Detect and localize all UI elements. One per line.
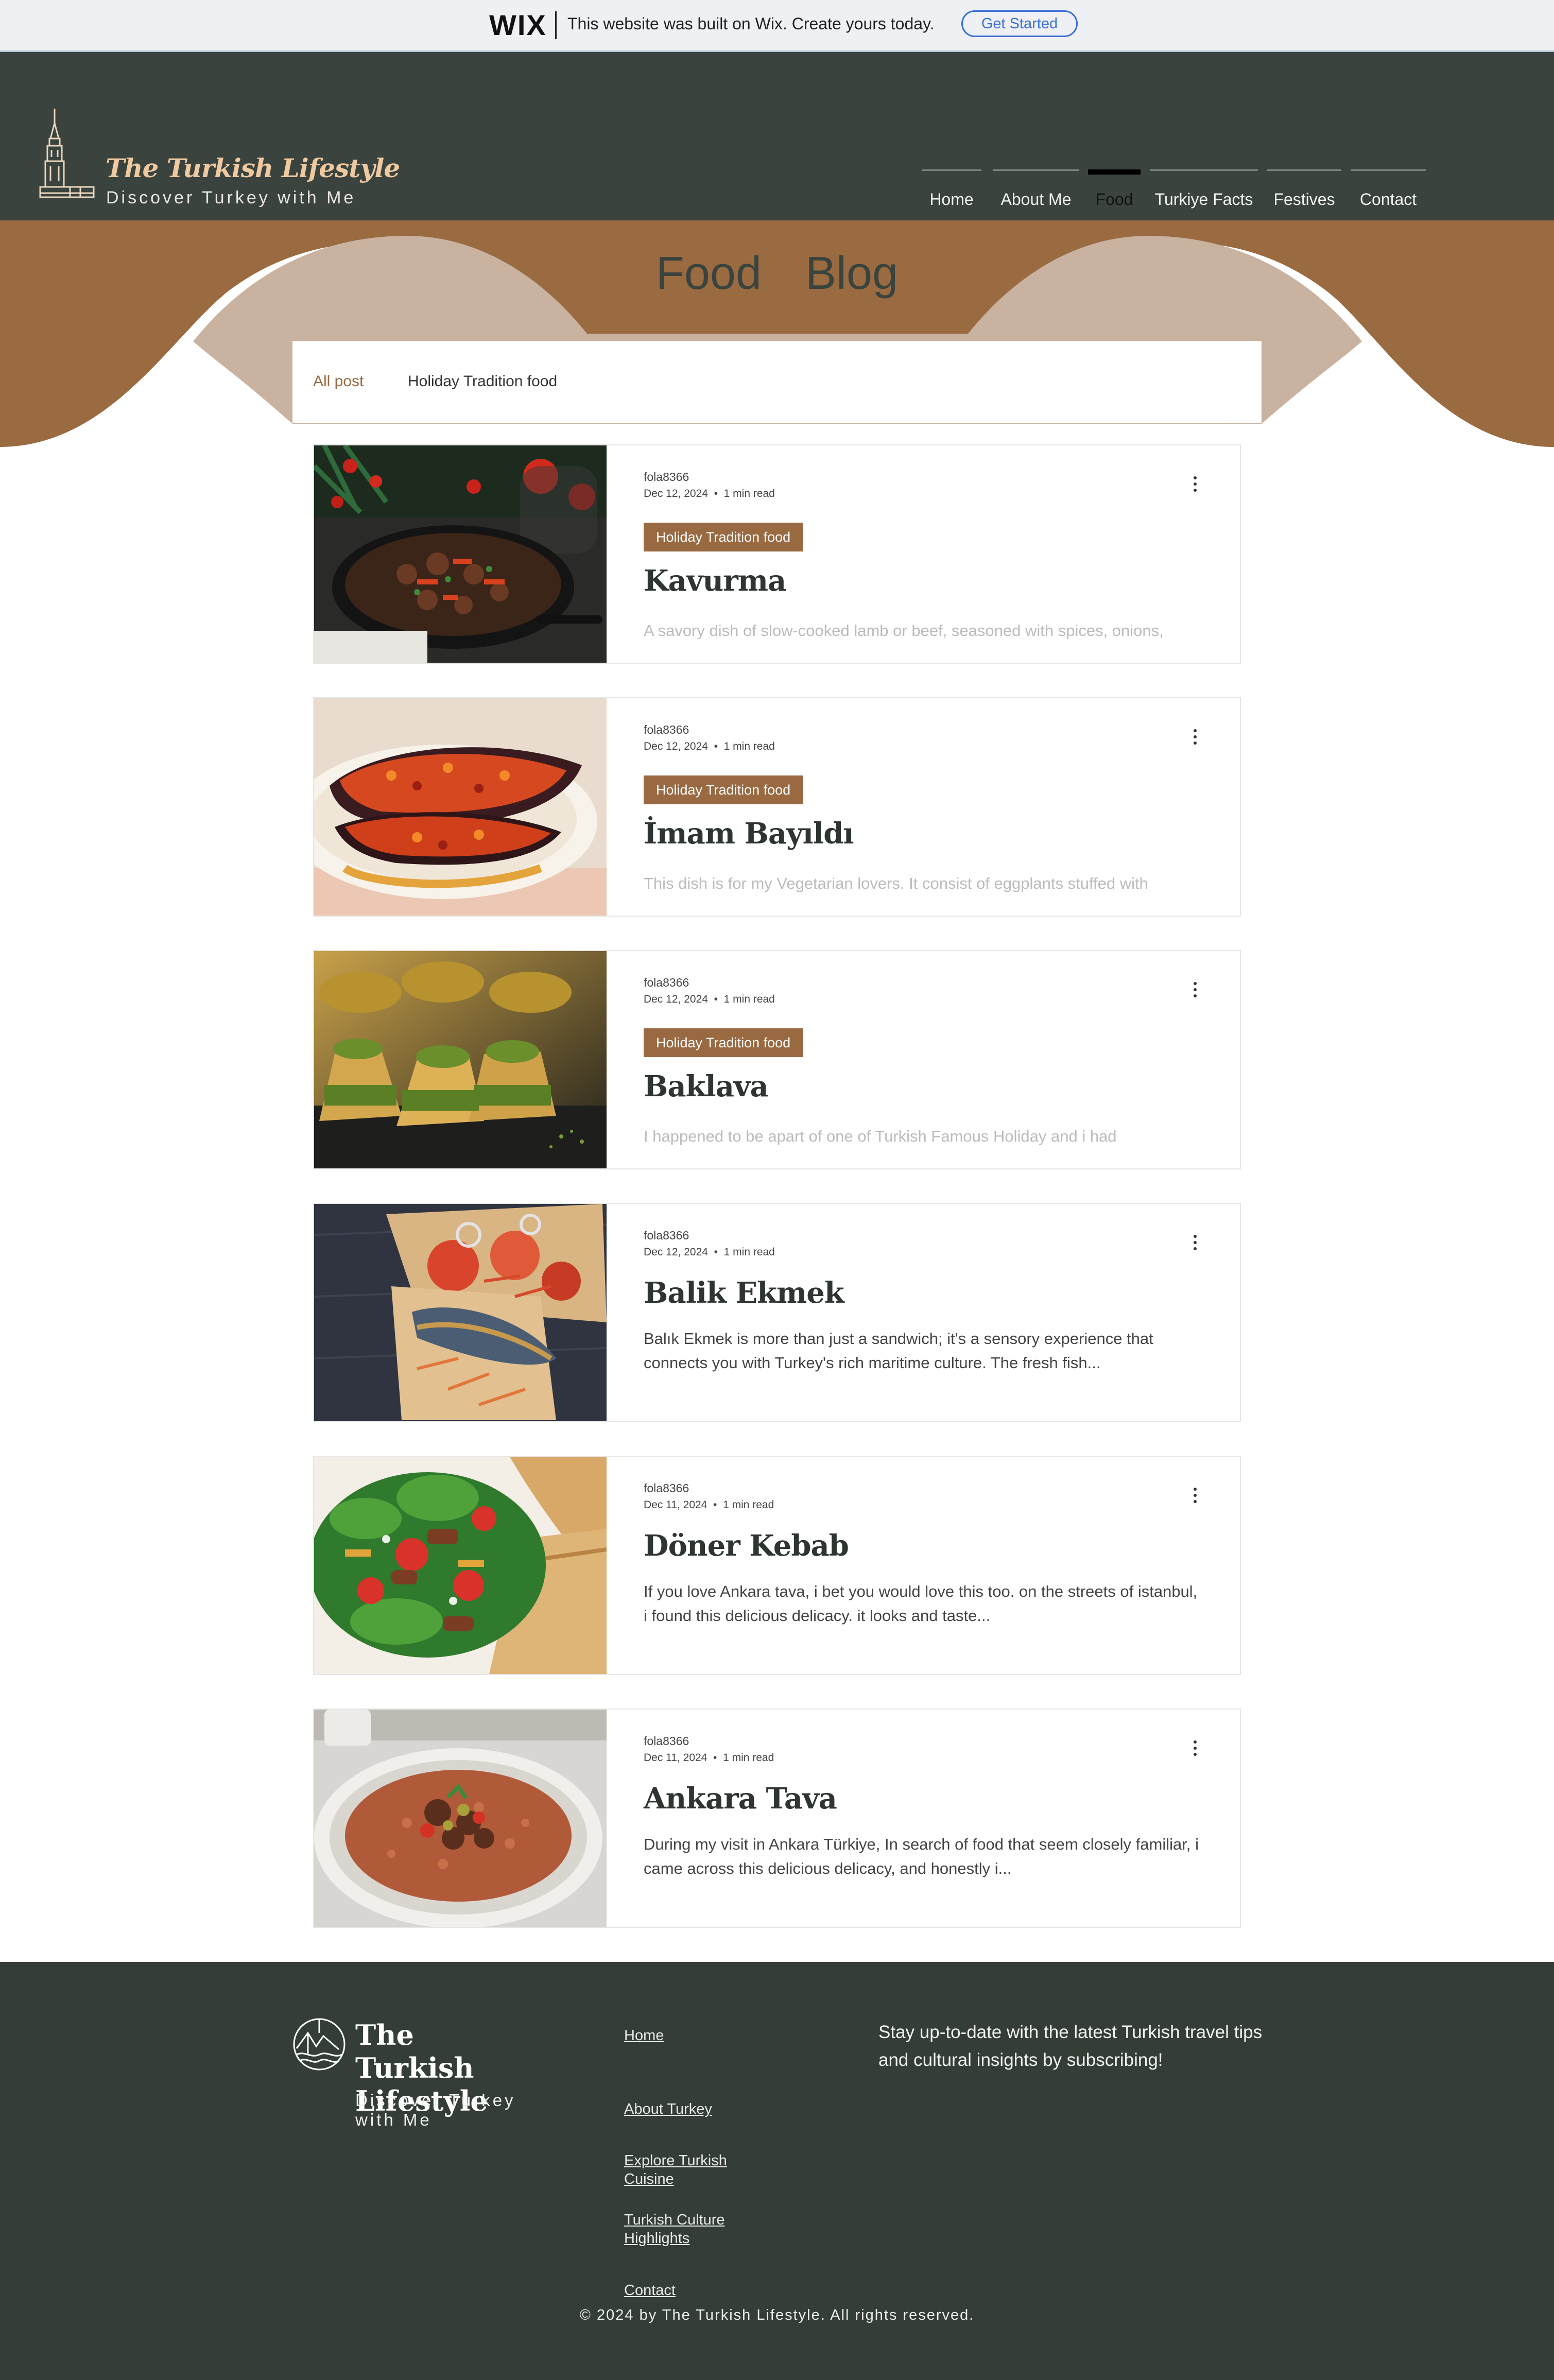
more-options-icon[interactable] bbox=[1192, 1740, 1199, 1761]
post-author[interactable]: fola8366 bbox=[644, 1229, 689, 1243]
post-meta: Dec 11, 2024 • 1 min read bbox=[644, 1752, 774, 1764]
post-excerpt: I happened to be apart of one of Turkish… bbox=[644, 1127, 1117, 1145]
post-date: Dec 12, 2024 bbox=[644, 1246, 708, 1258]
brand-title[interactable]: The Turkish Lifestyle bbox=[106, 153, 400, 183]
more-options-icon[interactable] bbox=[1192, 476, 1199, 497]
site-header: The Turkish Lifestyle Discover Turkey wi… bbox=[0, 52, 1554, 220]
post-read-time: 1 min read bbox=[723, 1246, 775, 1258]
post-read-time: 1 min read bbox=[723, 1752, 774, 1764]
post-image-ankara-tava[interactable] bbox=[314, 1710, 607, 1927]
post-read-time: 1 min read bbox=[723, 740, 775, 752]
post-title[interactable]: Baklava bbox=[644, 1070, 769, 1103]
post-excerpt: During my visit in Ankara Türkiye, In se… bbox=[644, 1835, 1199, 1877]
more-options-icon[interactable] bbox=[1192, 1488, 1199, 1508]
site-footer: The Turkish Lifestyle Discover Turkey wi… bbox=[0, 1962, 1554, 2380]
nav-festives[interactable]: Festives bbox=[1267, 169, 1341, 211]
nav-food[interactable]: Food bbox=[1088, 169, 1141, 211]
post-date: Dec 12, 2024 bbox=[644, 740, 708, 752]
post-author[interactable]: fola8366 bbox=[644, 976, 689, 990]
post-title[interactable]: Kavurma bbox=[644, 564, 786, 598]
footer-brand-subtitle: Discover Turkey with Me bbox=[355, 2091, 516, 2129]
wix-banner: WIX This website was built on Wix. Creat… bbox=[0, 0, 1554, 52]
footer-link-contact[interactable]: Contact bbox=[624, 2281, 758, 2300]
filter-all-posts[interactable]: All post bbox=[313, 373, 364, 390]
newsletter-text: Stay up-to-date with the latest Turkish … bbox=[878, 2022, 1263, 2070]
post-image-kavurma[interactable] bbox=[314, 445, 607, 663]
more-options-icon[interactable] bbox=[1192, 982, 1199, 1003]
post-meta: Dec 12, 2024 • 1 min read bbox=[644, 740, 775, 752]
post-date: Dec 12, 2024 bbox=[644, 488, 708, 499]
brand-subtitle: Discover Turkey with Me bbox=[106, 188, 356, 208]
post-meta: Dec 12, 2024 • 1 min read bbox=[644, 993, 775, 1005]
post-excerpt: This dish is for my Vegetarian lovers. I… bbox=[644, 874, 1148, 892]
page-title: Food Blog bbox=[655, 248, 899, 299]
wix-divider bbox=[555, 11, 557, 39]
post-image-doner-kebab[interactable] bbox=[314, 1457, 607, 1674]
nav-home[interactable]: Home bbox=[922, 169, 981, 211]
globe-landscape-icon[interactable] bbox=[292, 2017, 346, 2071]
post-category-tag[interactable]: Holiday Tradition food bbox=[644, 1028, 803, 1057]
post-meta: Dec 12, 2024 • 1 min read bbox=[644, 488, 775, 499]
post-excerpt: If you love Ankara tava, i bet you would… bbox=[644, 1582, 1198, 1625]
copyright: © 2024 by The Turkish Lifestyle. All rig… bbox=[579, 2307, 975, 2323]
galata-tower-icon[interactable] bbox=[39, 109, 96, 201]
post-card[interactable]: fola8366 Dec 12, 2024 • 1 min read Holid… bbox=[313, 950, 1241, 1169]
post-card[interactable]: fola8366 Dec 11, 2024 • 1 min read Ankar… bbox=[313, 1709, 1241, 1928]
more-options-icon[interactable] bbox=[1192, 729, 1199, 750]
nav-about-me[interactable]: About Me bbox=[993, 169, 1079, 211]
post-card[interactable]: fola8366 Dec 12, 2024 • 1 min read Balik… bbox=[313, 1203, 1241, 1422]
post-date: Dec 12, 2024 bbox=[644, 993, 708, 1005]
category-filter-bar: All post Holiday Tradition food bbox=[292, 341, 1262, 423]
post-excerpt: A savory dish of slow-cooked lamb or bee… bbox=[644, 622, 1164, 639]
post-title[interactable]: Ankara Tava bbox=[644, 1782, 837, 1816]
post-title[interactable]: Balik Ekmek bbox=[644, 1276, 844, 1310]
post-title[interactable]: İmam Bayıldı bbox=[644, 817, 854, 851]
post-excerpt: Balık Ekmek is more than just a sandwich… bbox=[644, 1330, 1153, 1372]
post-meta: Dec 11, 2024 • 1 min read bbox=[644, 1499, 774, 1511]
wix-banner-message: This website was built on Wix. Create yo… bbox=[567, 14, 935, 33]
post-author[interactable]: fola8366 bbox=[644, 723, 689, 737]
footer-link-explore-cuisine[interactable]: Explore Turkish Cuisine bbox=[624, 2151, 743, 2188]
post-category-tag[interactable]: Holiday Tradition food bbox=[644, 523, 803, 551]
post-read-time: 1 min read bbox=[723, 488, 775, 499]
post-date: Dec 11, 2024 bbox=[644, 1752, 707, 1764]
post-card[interactable]: fola8366 Dec 12, 2024 • 1 min read Holid… bbox=[313, 697, 1241, 917]
post-category-tag[interactable]: Holiday Tradition food bbox=[644, 775, 803, 804]
nav-turkiye-facts[interactable]: Turkiye Facts bbox=[1150, 169, 1258, 211]
post-author[interactable]: fola8366 bbox=[644, 470, 689, 484]
get-started-button[interactable]: Get Started bbox=[961, 10, 1078, 37]
footer-link-culture-highlights[interactable]: Turkish Culture Highlights bbox=[624, 2211, 743, 2248]
filter-holiday-tradition-food[interactable]: Holiday Tradition food bbox=[408, 373, 557, 390]
post-read-time: 1 min read bbox=[723, 1499, 774, 1511]
post-author[interactable]: fola8366 bbox=[644, 1481, 689, 1495]
wix-logo[interactable]: WIX bbox=[489, 8, 547, 42]
page: WIX This website was built on Wix. Creat… bbox=[0, 0, 1554, 2380]
post-image-balik-ekmek[interactable] bbox=[314, 1204, 607, 1421]
nav-contact[interactable]: Contact bbox=[1351, 169, 1426, 211]
post-card[interactable]: fola8366 Dec 11, 2024 • 1 min read Döner… bbox=[313, 1456, 1241, 1675]
footer-link-home[interactable]: Home bbox=[624, 2026, 758, 2045]
post-read-time: 1 min read bbox=[723, 993, 775, 1005]
footer-link-about-turkey[interactable]: About Turkey bbox=[624, 2100, 758, 2118]
post-author[interactable]: fola8366 bbox=[644, 1734, 689, 1748]
post-card[interactable]: fola8366 Dec 12, 2024 • 1 min read Holid… bbox=[313, 444, 1241, 664]
post-image-baklava[interactable] bbox=[314, 951, 607, 1168]
post-title[interactable]: Döner Kebab bbox=[644, 1529, 849, 1563]
post-meta: Dec 12, 2024 • 1 min read bbox=[644, 1246, 775, 1258]
post-image-imam-bayildi[interactable] bbox=[314, 698, 607, 916]
more-options-icon[interactable] bbox=[1192, 1235, 1199, 1255]
post-date: Dec 11, 2024 bbox=[644, 1499, 707, 1511]
